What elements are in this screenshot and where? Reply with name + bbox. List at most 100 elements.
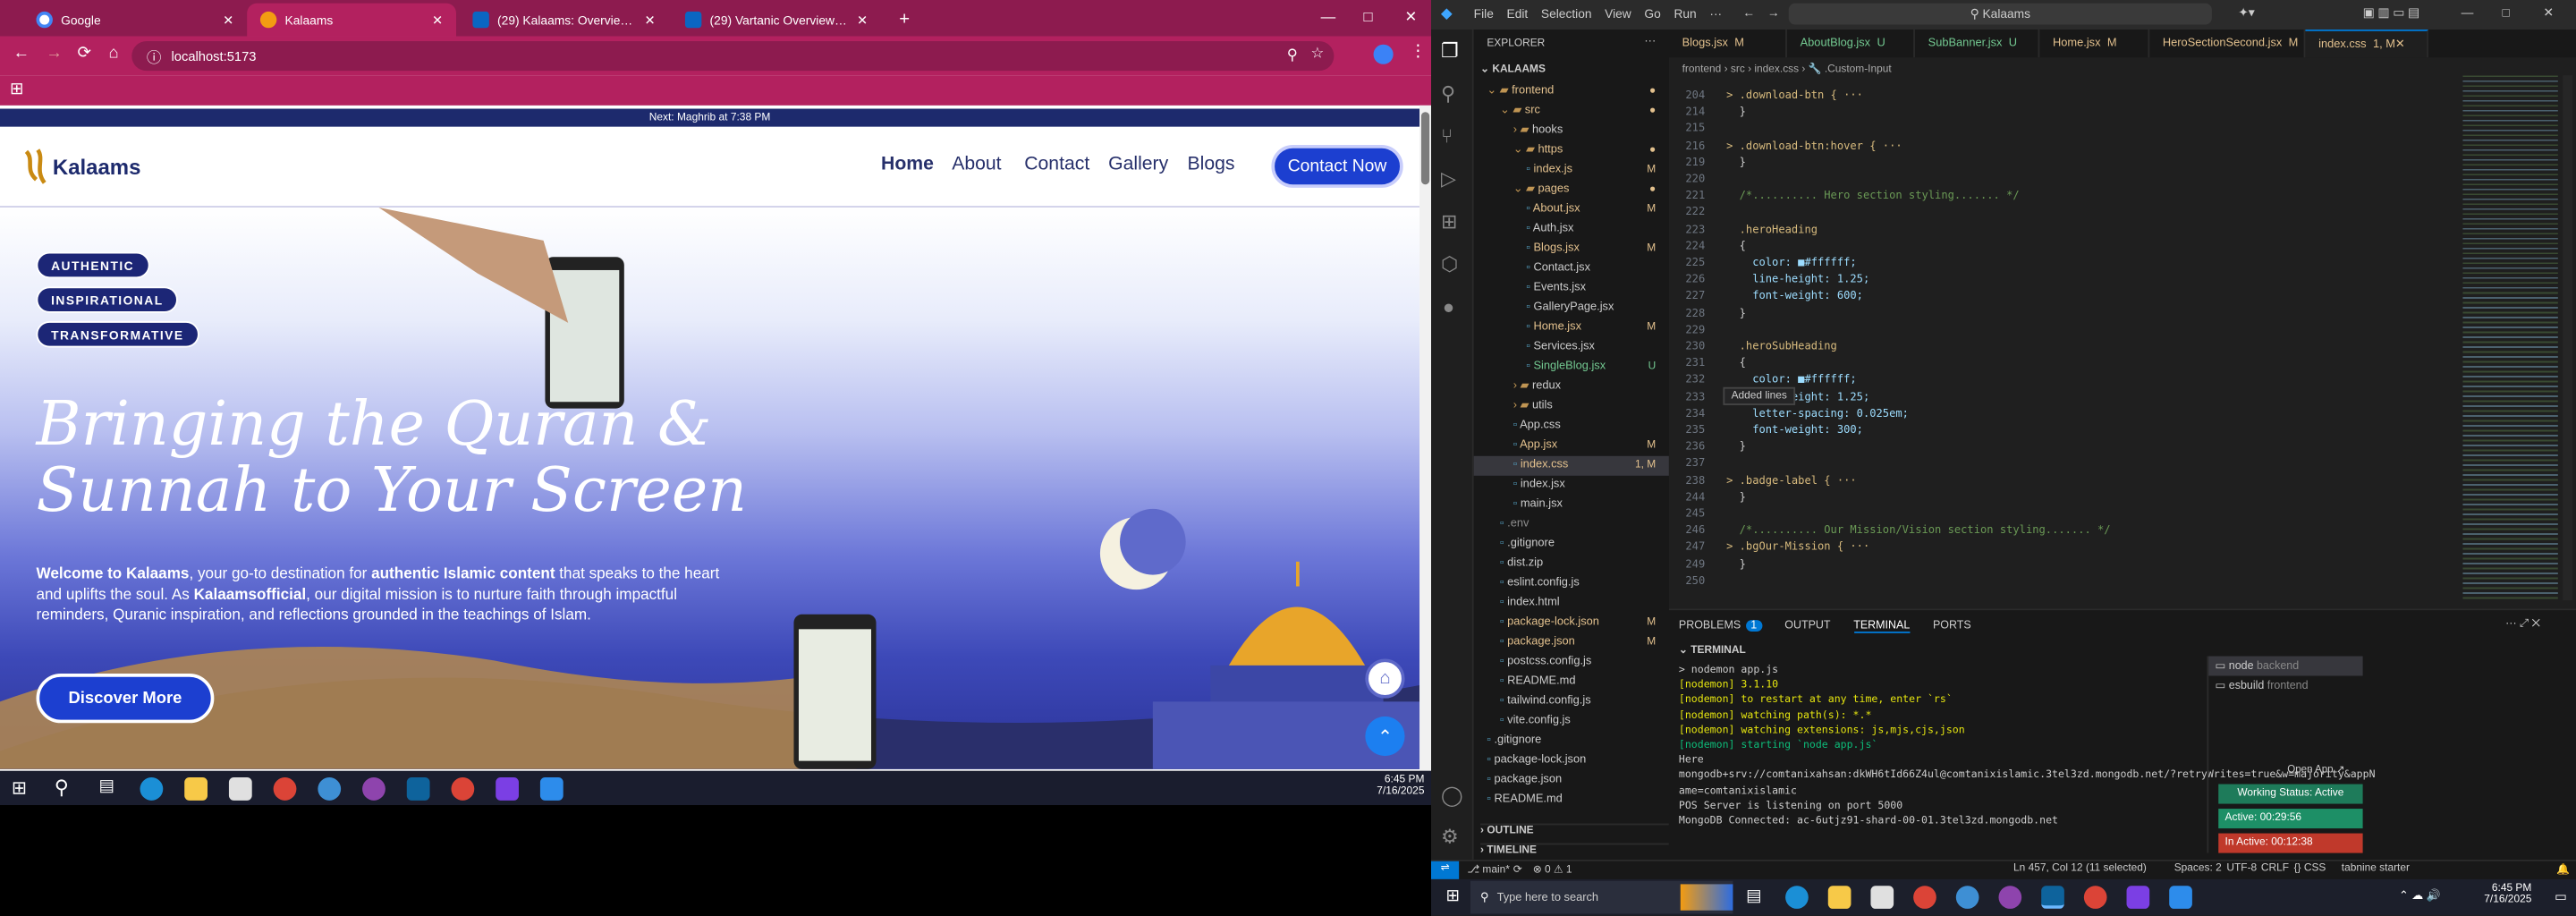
file-item[interactable]: ▫ Events.jsx [1474, 279, 1669, 299]
chrome-icon[interactable] [273, 777, 297, 801]
panel-tab[interactable]: PORTS [1933, 620, 1971, 633]
code-line[interactable]: 227 font-weight: 600; [1669, 288, 1863, 304]
notification-center-icon[interactable]: ▭ [2555, 889, 2567, 904]
open-app-link[interactable]: Open App ↗ [2287, 765, 2344, 776]
browser-menu-icon[interactable]: ⋮ [1410, 43, 1426, 61]
command-search[interactable]: ⚲ Kalaams [1788, 3, 2212, 25]
folder-item[interactable]: › ▰ hooks [1474, 122, 1669, 141]
terminal-esbuild[interactable]: ▭ esbuild frontend [2208, 676, 2362, 696]
panel-tab[interactable]: TERMINAL [1853, 620, 1911, 633]
copilot-icon[interactable]: ✦▾ [2238, 5, 2254, 21]
file-item[interactable]: ▫ GalleryPage.jsx [1474, 299, 1669, 318]
code-line[interactable]: 246 /*.......... Our Mission/Vision sect… [1669, 522, 2110, 538]
code-line[interactable]: 237 [1669, 455, 1726, 471]
menu-item[interactable]: Selection [1541, 6, 1592, 21]
chat-bubble-icon[interactable]: ⌂ [1365, 658, 1405, 699]
code-line[interactable]: 226 line-height: 1.25; [1669, 271, 1869, 287]
close-tab-icon[interactable]: ✕ [432, 13, 443, 28]
app-icon[interactable] [2169, 886, 2192, 909]
menu-item[interactable]: ··· [1709, 6, 1722, 21]
vscode-icon[interactable] [2041, 886, 2064, 909]
maximize-button[interactable]: □ [2502, 5, 2509, 21]
chrome-icon[interactable] [451, 777, 475, 801]
folder-item[interactable]: ⌄ ▰ frontend ● [1474, 82, 1669, 102]
sync-icon[interactable]: ⟳ [1513, 863, 1522, 876]
code-line[interactable]: 228 } [1669, 304, 1746, 320]
scroll-top-button[interactable]: ⌃ [1365, 716, 1405, 757]
editor-tab[interactable]: AboutBlog.jsx U [1787, 30, 1915, 58]
menu-item[interactable]: Go [1644, 6, 1660, 21]
file-item[interactable]: ▫ Contact.jsx [1474, 259, 1669, 279]
maximize-button[interactable]: □ [1364, 8, 1373, 24]
code-line[interactable]: 214 } [1669, 104, 1746, 120]
nav-about[interactable]: About [952, 155, 1001, 174]
nav-contact[interactable]: Contact [1024, 155, 1089, 174]
search-icon[interactable]: ⚲ [55, 776, 69, 799]
more-actions-icon[interactable]: ··· [1644, 36, 1656, 47]
code-line[interactable]: 234 letter-spacing: 0.025em; [1669, 405, 1909, 421]
file-item[interactable]: ▫ index.html [1474, 594, 1669, 614]
page-scrollbar[interactable] [1419, 105, 1431, 771]
file-item[interactable]: ▫ package-lock.json M [1474, 614, 1669, 633]
minimap[interactable] [2462, 75, 2558, 601]
code-line[interactable]: 232 color: ■#ffffff; [1669, 371, 1856, 387]
code-line[interactable]: 215 [1669, 121, 1726, 137]
new-tab-button[interactable]: + [886, 4, 919, 37]
zoom-icon[interactable] [496, 777, 519, 801]
file-item[interactable]: ▫ .env [1474, 515, 1669, 535]
editor-tab[interactable]: SubBanner.jsx U [1915, 30, 2040, 58]
file-item[interactable]: ▫ index.jsx [1474, 476, 1669, 496]
menu-item[interactable]: Run [1674, 6, 1696, 21]
source-control-icon[interactable]: ⑂ [1441, 124, 1453, 148]
panel-tab[interactable]: PROBLEMS 1 [1679, 620, 1762, 633]
file-item[interactable]: ▫ App.css [1474, 417, 1669, 437]
file-item[interactable]: ▫ vite.config.js [1474, 712, 1669, 732]
minimize-button[interactable]: — [1321, 8, 1336, 24]
edge-icon[interactable] [1785, 886, 1809, 909]
encoding[interactable]: UTF-8 [2226, 863, 2257, 875]
app-icon[interactable] [318, 777, 342, 801]
app-icon[interactable] [539, 777, 564, 801]
remote-icon[interactable]: ⬡ [1441, 252, 1458, 276]
run-debug-icon[interactable]: ▷ [1441, 167, 1456, 191]
file-item[interactable]: ▫ dist.zip [1474, 555, 1669, 574]
store-icon[interactable] [228, 777, 252, 801]
code-line[interactable]: 224 { [1669, 238, 1746, 254]
code-line[interactable]: 247 > .bgOur-Mission { ··· [1669, 539, 1869, 555]
git-branch[interactable]: ⎇ main* [1467, 863, 1510, 876]
code-line[interactable]: 245 [1669, 505, 1726, 522]
editor-tab[interactable]: Home.jsx M [2039, 30, 2150, 58]
tabnine-icon[interactable]: ● [1443, 295, 1454, 318]
chrome-icon[interactable] [2083, 886, 2107, 909]
folder-item[interactable]: ⌄ ▰ src ● [1474, 102, 1669, 122]
explorer-icon[interactable]: ❐ [1441, 39, 1459, 63]
file-item[interactable]: ▫ Auth.jsx [1474, 220, 1669, 240]
account-icon[interactable]: ◯ [1441, 785, 1463, 808]
minimize-button[interactable]: — [2462, 5, 2474, 21]
nav-blogs[interactable]: Blogs [1188, 155, 1235, 174]
bookmark-star-icon[interactable]: ☆ [1310, 45, 1324, 63]
terminal-node[interactable]: ▭ node backend [2208, 656, 2363, 676]
code-line[interactable]: 250 [1669, 572, 1726, 589]
close-tab-icon[interactable]: ✕ [644, 13, 655, 28]
home-icon[interactable]: ⌂ [109, 45, 119, 63]
file-item[interactable]: ▫ README.md [1474, 791, 1669, 810]
editor-tab[interactable]: HeroSectionSecond.jsx M [2149, 30, 2306, 58]
file-explorer-icon[interactable] [1827, 886, 1852, 909]
contact-now-button[interactable]: Contact Now [1271, 145, 1403, 188]
terminal-section-label[interactable]: ⌄ TERMINAL [1679, 643, 1746, 657]
folder-item[interactable]: › ▰ utils [1474, 397, 1669, 417]
close-tab-icon[interactable]: ✕ [857, 13, 868, 28]
github-icon[interactable] [362, 777, 386, 801]
location-icon[interactable]: ⚲ [1287, 47, 1298, 64]
file-item[interactable]: ▫ package.json [1474, 771, 1669, 791]
code-line[interactable]: 229 [1669, 321, 1726, 337]
file-explorer-icon[interactable] [184, 777, 208, 801]
task-view-icon[interactable]: ▤ [98, 777, 114, 795]
task-view-icon[interactable]: ▤ [1746, 887, 1761, 905]
remote-indicator-icon[interactable]: ⇌ [1431, 861, 1460, 879]
close-window-button[interactable]: ✕ [1405, 8, 1418, 26]
folder-item[interactable]: ⌄ ▰ pages ● [1474, 181, 1669, 200]
folder-item[interactable]: › ▰ redux [1474, 377, 1669, 397]
apps-grid-icon[interactable]: ⊞ [10, 81, 23, 98]
